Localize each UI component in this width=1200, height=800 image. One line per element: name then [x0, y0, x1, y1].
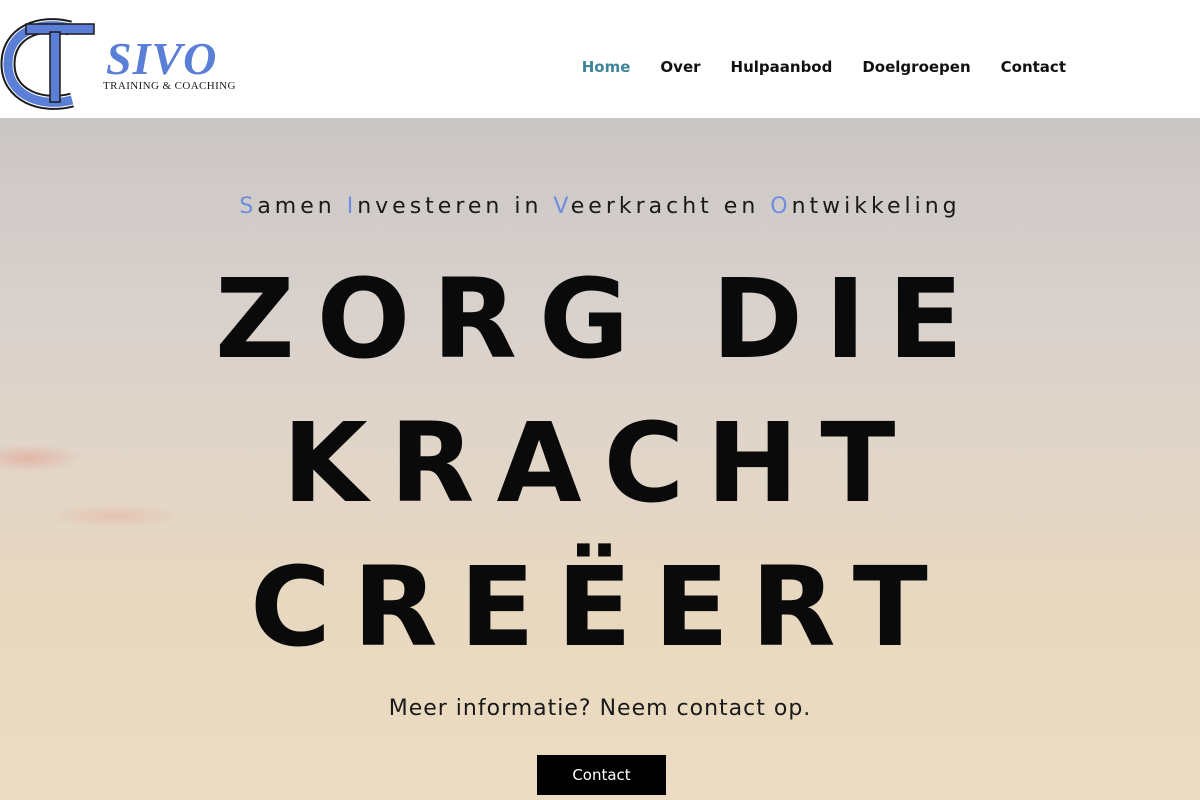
tagline-word: eerkracht en	[570, 194, 771, 219]
nav-item-contact[interactable]: Contact	[1001, 57, 1066, 77]
nav-item-hulpaanbod[interactable]: Hulpaanbod	[731, 57, 833, 77]
hero-subtext: Meer informatie? Neem contact op.	[388, 696, 812, 721]
tagline-word: nvesteren in	[357, 194, 554, 219]
tagline-initial: I	[346, 194, 358, 219]
tagline-word: ntwikkeling	[791, 194, 961, 219]
nav-item-home[interactable]: Home	[582, 57, 631, 77]
tagline-initial: V	[553, 194, 571, 219]
hero-tagline: Samen Investeren in Veerkracht en Ontwik…	[0, 194, 1200, 219]
sivo-logo[interactable]: SIVO TRAINING & COACHING	[0, 14, 250, 114]
tagline-initial: S	[239, 194, 258, 219]
contact-button[interactable]: Contact	[537, 755, 666, 795]
tagline-initial: O	[770, 194, 792, 219]
logo-subtitle: TRAINING & COACHING	[103, 80, 236, 92]
main-nav: Home Over Hulpaanbod Doelgroepen Contact	[582, 57, 1066, 77]
site-header: SIVO TRAINING & COACHING Home Over Hulpa…	[0, 0, 1200, 118]
hero-section: Samen Investeren in Veerkracht en Ontwik…	[0, 118, 1200, 800]
hero-headline-line-3: CREËERT	[250, 543, 950, 671]
nav-item-over[interactable]: Over	[660, 57, 700, 77]
logo-name: SIVO	[106, 33, 218, 84]
ct-monogram-icon	[0, 18, 95, 110]
tagline-word: amen	[257, 194, 347, 219]
hero-headline-line-2: KRACHT	[282, 399, 918, 527]
hero-headline-line-1: ZORG DIE	[215, 255, 985, 383]
nav-item-doelgroepen[interactable]: Doelgroepen	[862, 57, 970, 77]
